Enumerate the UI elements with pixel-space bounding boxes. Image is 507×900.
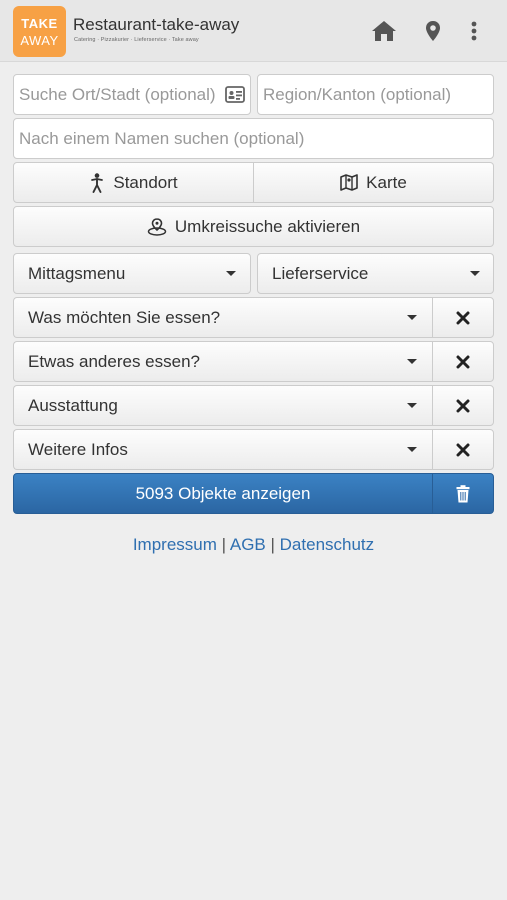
person-walking-icon bbox=[89, 172, 105, 193]
brand-title[interactable]: Restaurant-take-away bbox=[73, 15, 239, 35]
datenschutz-link[interactable]: Datenschutz bbox=[280, 535, 375, 554]
chevron-down-icon bbox=[470, 271, 480, 276]
brand-logo[interactable]: TAKE AWAY bbox=[13, 6, 66, 57]
chevron-down-icon bbox=[407, 359, 417, 364]
region-input[interactable]: Region/Kanton (optional) bbox=[257, 74, 494, 115]
footer-separator: | bbox=[270, 535, 275, 554]
chevron-down-icon bbox=[226, 271, 236, 276]
mittagsmenu-select[interactable]: Mittagsmenu bbox=[13, 253, 251, 294]
radius-pin-icon bbox=[147, 217, 167, 236]
umkreissuche-label: Umkreissuche aktivieren bbox=[174, 216, 361, 236]
close-icon bbox=[456, 443, 470, 456]
brand-subtitle: Catering · Pizzakurier · Lieferservice ·… bbox=[74, 37, 199, 43]
logo-line-2: AWAY bbox=[20, 33, 59, 48]
footer-separator: | bbox=[221, 535, 227, 554]
filter-label: Ausstattung bbox=[28, 395, 118, 415]
filter-ausstattung-select[interactable]: Ausstattung bbox=[13, 385, 432, 426]
reset-filters-button[interactable] bbox=[432, 474, 493, 513]
name-search-input[interactable]: Nach einem Namen suchen (optional) bbox=[13, 118, 494, 159]
chevron-down-icon bbox=[407, 403, 417, 408]
trash-icon bbox=[456, 484, 470, 502]
umkreissuche-button[interactable]: Umkreissuche aktivieren bbox=[13, 206, 494, 247]
logo-line-1: TAKE bbox=[21, 16, 58, 31]
map-icon bbox=[340, 174, 358, 191]
standort-button[interactable]: Standort bbox=[13, 162, 254, 203]
more-vertical-icon[interactable] bbox=[464, 17, 484, 45]
close-icon bbox=[456, 399, 470, 412]
lieferservice-label: Lieferservice bbox=[272, 263, 369, 283]
location-search-input[interactable]: Suche Ort/Stadt (optional) bbox=[13, 74, 251, 115]
close-icon bbox=[456, 355, 470, 368]
app-header: TAKE AWAY Restaurant-take-away Catering … bbox=[0, 0, 507, 62]
show-results-button[interactable]: 5093 Objekte anzeigen bbox=[14, 474, 432, 513]
chevron-down-icon bbox=[407, 315, 417, 320]
footer-links: Impressum | AGB | Datenschutz bbox=[0, 535, 507, 555]
filter-label: Weitere Infos bbox=[28, 439, 128, 459]
karte-button[interactable]: Karte bbox=[254, 162, 494, 203]
agb-link[interactable]: AGB bbox=[230, 535, 266, 554]
clear-filter-button[interactable] bbox=[432, 385, 494, 426]
home-icon[interactable] bbox=[370, 17, 398, 45]
filter-label: Was möchten Sie essen? bbox=[28, 307, 221, 327]
location-search-placeholder: Suche Ort/Stadt (optional) bbox=[19, 84, 216, 104]
filter-essen-select[interactable]: Was möchten Sie essen? bbox=[13, 297, 432, 338]
chevron-down-icon bbox=[407, 447, 417, 452]
standort-label: Standort bbox=[113, 172, 178, 192]
filter-label: Etwas anderes essen? bbox=[28, 351, 200, 371]
name-search-placeholder: Nach einem Namen suchen (optional) bbox=[19, 128, 305, 148]
filter-weitere-infos-select[interactable]: Weitere Infos bbox=[13, 429, 432, 470]
clear-filter-button[interactable] bbox=[432, 429, 494, 470]
clear-filter-button[interactable] bbox=[432, 297, 494, 338]
filter-anderes-select[interactable]: Etwas anderes essen? bbox=[13, 341, 432, 382]
impressum-link[interactable]: Impressum bbox=[133, 535, 217, 554]
region-placeholder: Region/Kanton (optional) bbox=[263, 84, 452, 104]
map-marker-icon[interactable] bbox=[421, 17, 445, 45]
karte-label: Karte bbox=[366, 172, 407, 192]
results-button-group: 5093 Objekte anzeigen bbox=[13, 473, 494, 514]
mittagsmenu-label: Mittagsmenu bbox=[28, 263, 126, 283]
id-card-icon[interactable] bbox=[225, 86, 245, 108]
lieferservice-select[interactable]: Lieferservice bbox=[257, 253, 494, 294]
close-icon bbox=[456, 311, 470, 324]
clear-filter-button[interactable] bbox=[432, 341, 494, 382]
